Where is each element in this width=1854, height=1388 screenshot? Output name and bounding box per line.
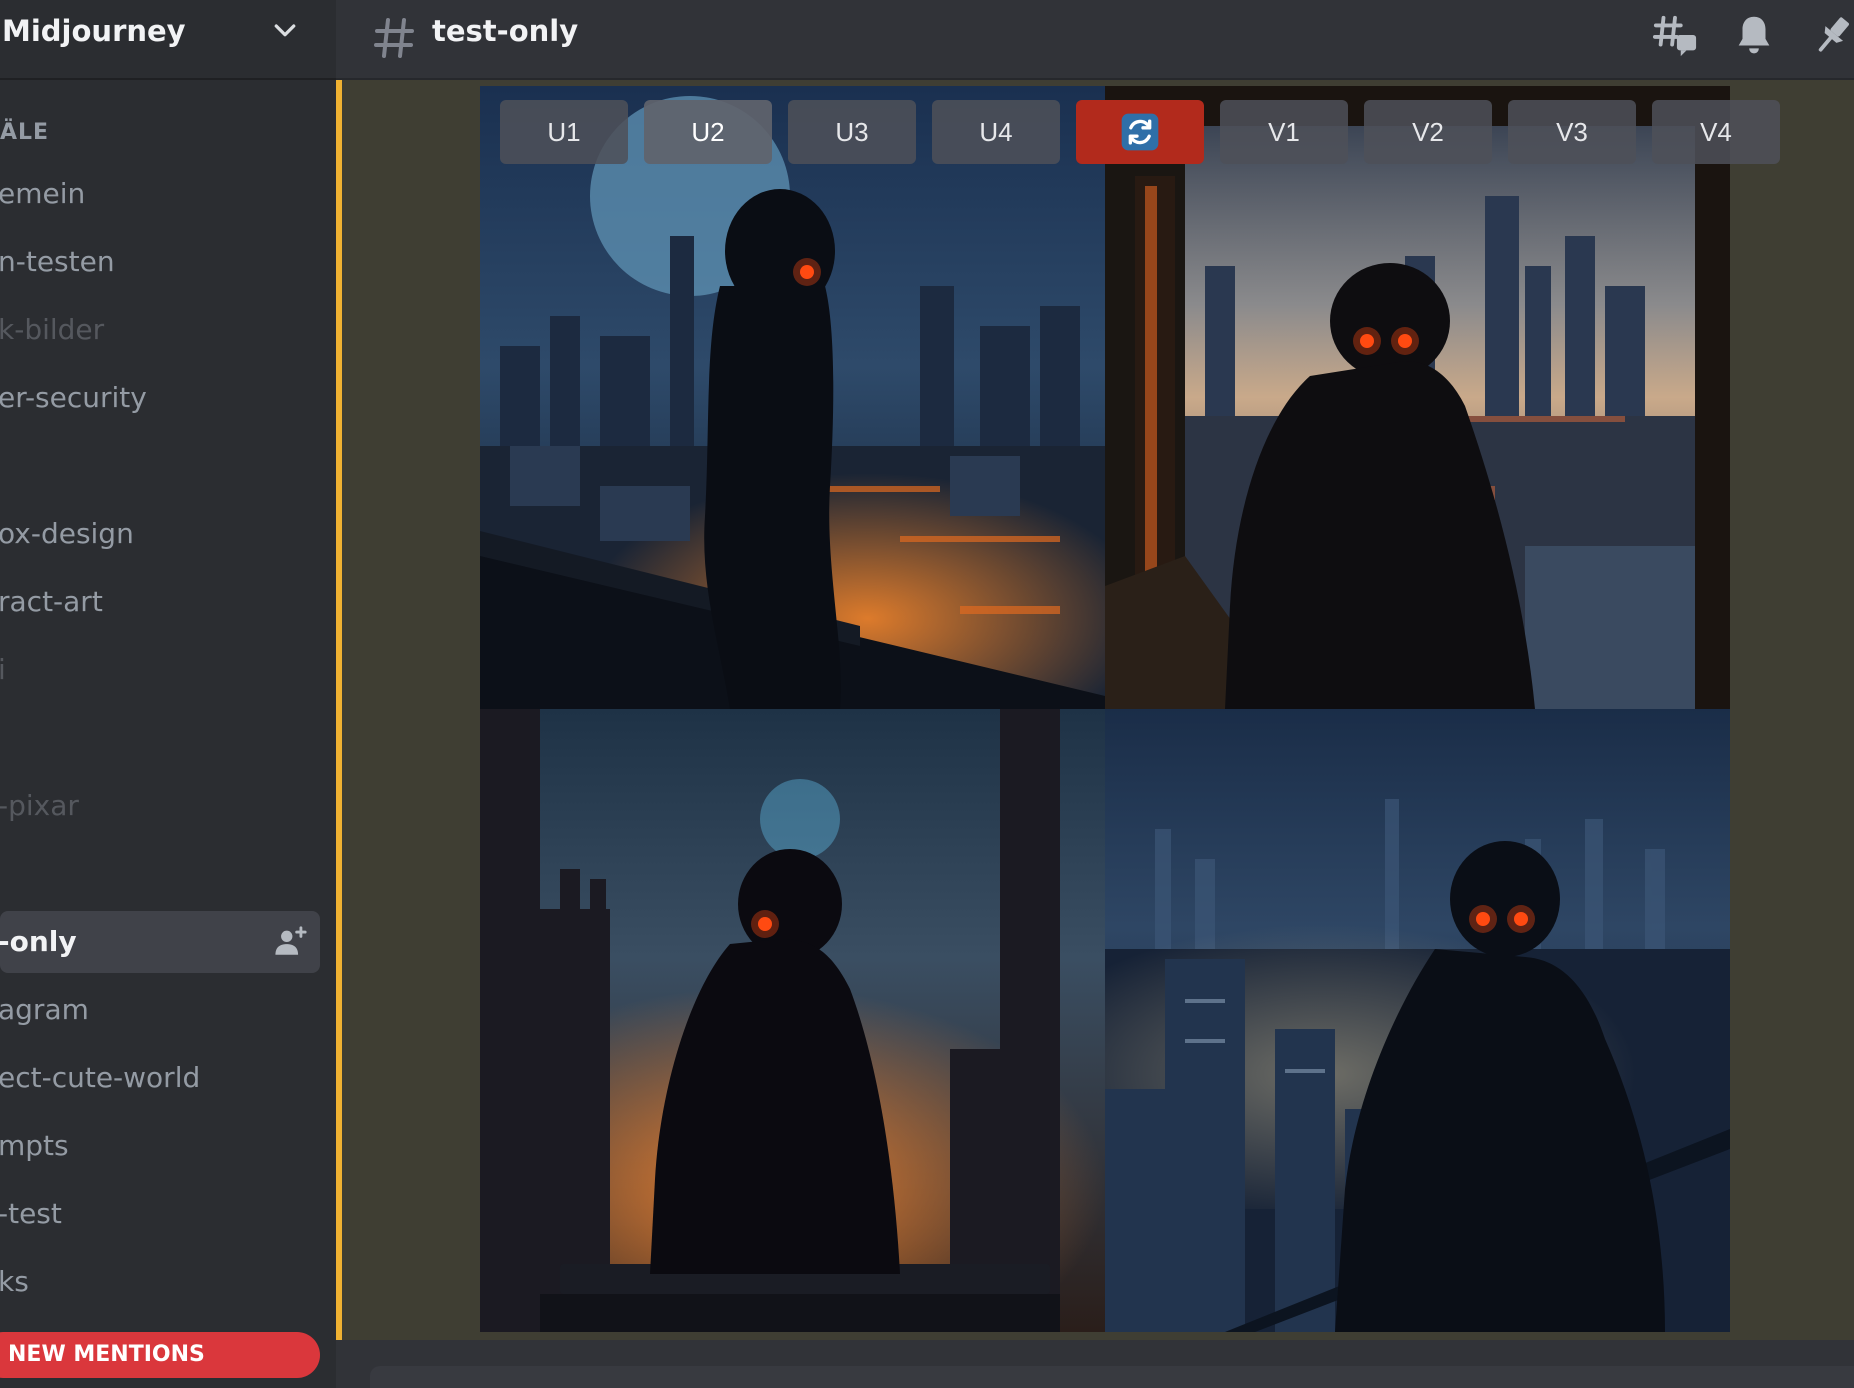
variation-1-button[interactable]: V1 xyxy=(1220,100,1348,164)
channel-label: ks xyxy=(0,1265,29,1298)
bell-icon[interactable] xyxy=(1731,12,1777,58)
channel-item[interactable]: ks xyxy=(0,1251,320,1313)
image-panel-4[interactable] xyxy=(1105,709,1730,1332)
channel-label: mpts xyxy=(0,1129,69,1162)
image-panel-1[interactable] xyxy=(480,86,1105,709)
channel-title: test-only xyxy=(432,14,579,48)
variation-4-button[interactable]: V4 xyxy=(1652,100,1780,164)
upscale-1-button[interactable]: U1 xyxy=(500,100,628,164)
channel-item[interactable]: agram xyxy=(0,979,320,1041)
channel-label: k-bilder xyxy=(0,313,105,346)
channel-item[interactable]: er-security xyxy=(0,367,320,429)
channel-item[interactable]: -test xyxy=(0,1183,320,1245)
message-input[interactable] xyxy=(370,1366,1854,1388)
channel-item[interactable]: mpts xyxy=(0,1115,320,1177)
channel-header: test-only xyxy=(336,0,1854,80)
channel-item-active[interactable]: -only xyxy=(0,911,320,973)
upscale-3-button[interactable]: U3 xyxy=(788,100,916,164)
channel-label: er-security xyxy=(0,381,147,414)
channel-label: ect-cute-world xyxy=(0,1061,201,1094)
channel-label: ract-art xyxy=(0,585,103,618)
pin-icon[interactable] xyxy=(1810,12,1854,58)
variation-2-button[interactable]: V2 xyxy=(1364,100,1492,164)
image-grid[interactable] xyxy=(480,86,1730,1332)
server-header[interactable]: Midjourney xyxy=(0,0,336,80)
reroll-button[interactable] xyxy=(1076,100,1204,164)
channel-item[interactable]: n-testen xyxy=(0,231,320,293)
channel-label: emein xyxy=(0,177,86,210)
upscale-4-button[interactable]: U4 xyxy=(932,100,1060,164)
channel-label: agram xyxy=(0,993,89,1026)
image-panel-3[interactable] xyxy=(480,709,1105,1332)
hash-icon xyxy=(374,18,414,58)
message-list xyxy=(336,80,1854,1340)
channel-label: -only xyxy=(0,925,77,958)
add-member-icon[interactable] xyxy=(274,925,308,959)
channel-item[interactable]: ract-art xyxy=(0,571,320,633)
channel-item[interactable]: -pixar xyxy=(0,775,320,837)
discord-window: Midjourney ÄLE emein n-testen k-bilder e… xyxy=(0,0,1854,1388)
image-panel-2[interactable] xyxy=(1105,86,1730,709)
chevron-down-icon xyxy=(274,24,296,37)
server-name: Midjourney xyxy=(2,14,186,48)
reroll-icon xyxy=(1121,113,1159,151)
category-label[interactable]: ÄLE xyxy=(0,120,49,145)
new-mentions-button[interactable]: NEW MENTIONS xyxy=(0,1332,320,1378)
channel-item[interactable]: k-bilder xyxy=(0,299,320,361)
channel-label: i xyxy=(0,653,6,686)
channel-item[interactable]: emein xyxy=(0,163,320,225)
variation-3-button[interactable]: V3 xyxy=(1508,100,1636,164)
channel-label: n-testen xyxy=(0,245,115,278)
mention-highlight-bar xyxy=(336,80,342,1340)
channel-item[interactable]: i xyxy=(0,639,320,701)
message-composer-area xyxy=(336,1340,1854,1388)
image-action-row: U1 U2 U3 U4 V1 V2 V3 V4 xyxy=(500,100,1854,166)
upscale-2-button[interactable]: U2 xyxy=(644,100,772,164)
channel-item[interactable]: ox-design xyxy=(0,503,320,565)
channel-label: ox-design xyxy=(0,517,134,550)
channel-sidebar: Midjourney ÄLE emein n-testen k-bilder e… xyxy=(0,0,336,1388)
channel-label: -pixar xyxy=(0,789,79,822)
channel-label: -test xyxy=(0,1197,62,1230)
channel-item[interactable]: ect-cute-world xyxy=(0,1047,320,1109)
threads-icon[interactable] xyxy=(1652,12,1698,58)
